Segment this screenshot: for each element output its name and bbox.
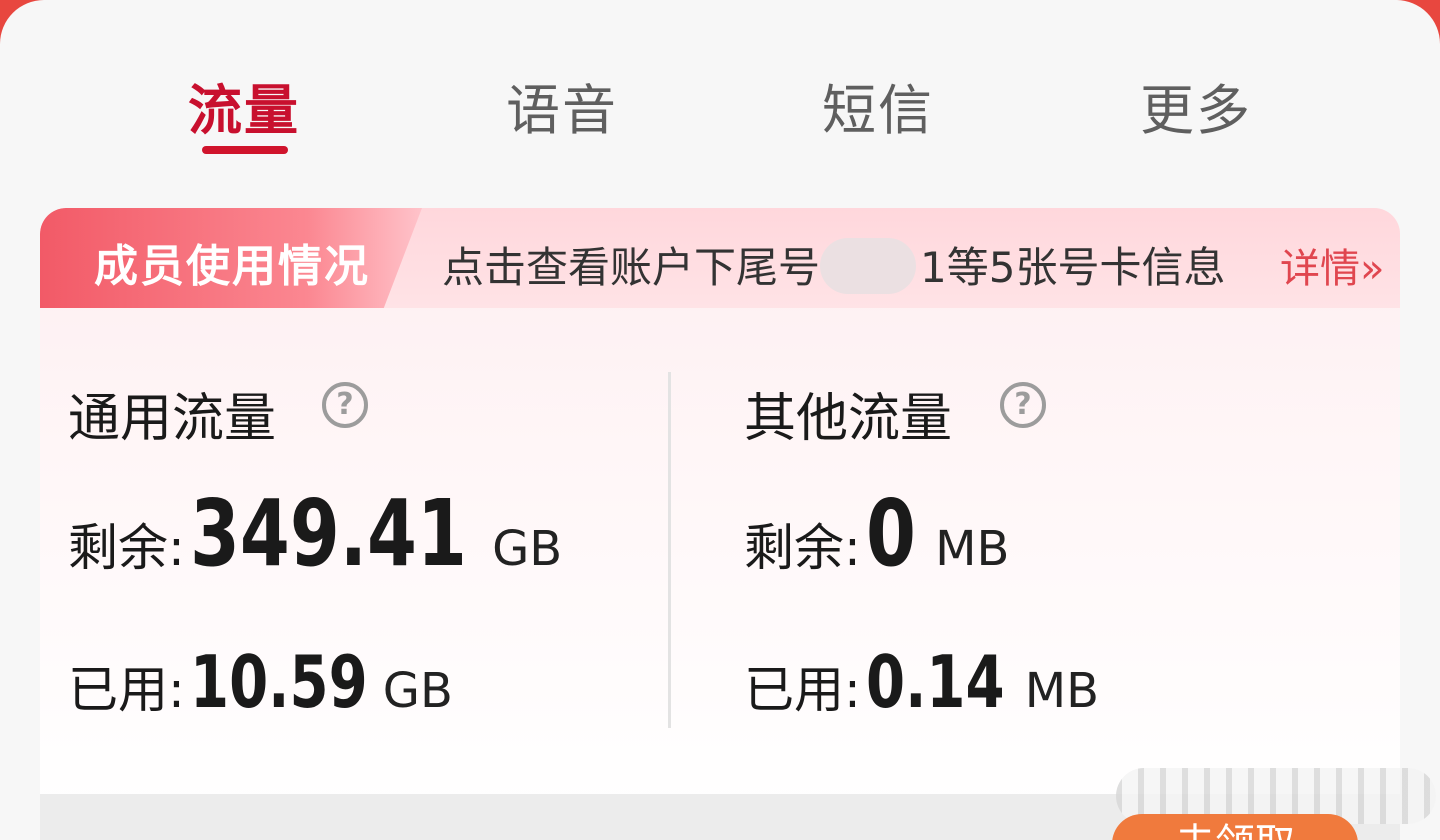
other-remaining-unit: MB [935, 521, 1010, 577]
details-link[interactable]: 详情» [1280, 236, 1384, 294]
question-circle-icon[interactable]: ? [1000, 382, 1046, 428]
traffic-card: 流量 语音 短信 更多 成员使用情况 点击查看账户下尾号 1等5张号卡信息 详情»… [0, 0, 1440, 840]
question-circle-icon[interactable]: ? [322, 382, 368, 428]
traffic-panel: 成员使用情况 点击查看账户下尾号 1等5张号卡信息 详情» 通用流量 ? 剩余: … [40, 208, 1400, 808]
member-usage-info-prefix: 点击查看账户下尾号 [442, 243, 821, 292]
general-used-value: 10.59 [189, 640, 368, 724]
other-remaining-value: 0 [865, 480, 916, 587]
member-usage-title: 成员使用情况 [94, 241, 370, 292]
general-remaining-label: 剩余: [68, 519, 185, 577]
other-remaining-label: 剩余: [744, 519, 861, 577]
tab-more[interactable]: 更多 [1096, 66, 1296, 142]
general-traffic-title: 通用流量 [68, 389, 277, 449]
other-used-row: 已用: 0.14 MB [744, 640, 1099, 724]
tab-traffic[interactable]: 流量 [144, 66, 344, 142]
column-divider [668, 372, 671, 728]
other-used-unit: MB [1024, 663, 1100, 719]
general-remaining-unit: GB [492, 521, 563, 577]
general-used-label: 已用: [68, 661, 185, 719]
tab-sms[interactable]: 短信 [778, 66, 978, 142]
general-used-unit: GB [382, 663, 453, 719]
other-traffic-title: 其他流量 [744, 389, 953, 449]
member-usage-info[interactable]: 点击查看账户下尾号 1等5张号卡信息 [442, 234, 1225, 295]
member-usage-info-suffix: 1等5张号卡信息 [920, 243, 1226, 292]
general-used-row: 已用: 10.59 GB [68, 640, 453, 724]
masked-number [820, 237, 917, 294]
active-tab-indicator [202, 146, 288, 154]
other-used-label: 已用: [744, 661, 861, 719]
claim-button[interactable]: 去领取 [1112, 814, 1358, 840]
other-remaining-row: 剩余: 0 MB [744, 480, 1009, 587]
tab-voice[interactable]: 语音 [462, 66, 662, 142]
general-remaining-value: 349.41 [189, 480, 467, 587]
other-used-value: 0.14 [865, 640, 1005, 724]
member-usage-banner[interactable]: 成员使用情况 点击查看账户下尾号 1等5张号卡信息 详情» [40, 208, 1400, 308]
general-remaining-row: 剩余: 349.41 GB [68, 480, 562, 587]
